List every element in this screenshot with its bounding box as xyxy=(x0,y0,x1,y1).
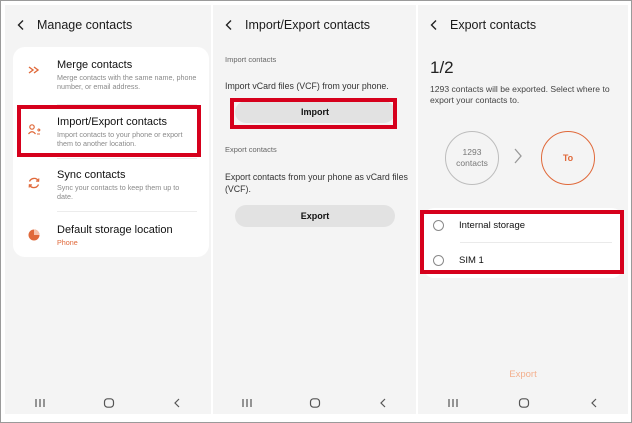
contact-count-number: 1293 xyxy=(462,147,482,157)
screenshot-frame: Manage contacts Merge contacts Merge con… xyxy=(0,0,632,423)
sync-icon xyxy=(27,176,41,190)
chevron-left-icon[interactable] xyxy=(428,19,440,31)
step-indicator: 1/2 xyxy=(430,58,454,77)
navigation-bar xyxy=(213,392,416,414)
contact-count-circle: 1293 contacts xyxy=(445,131,499,185)
storage-value: Phone xyxy=(57,238,78,247)
destination-label: To xyxy=(562,153,574,163)
recent-apps-icon[interactable] xyxy=(447,398,459,408)
divider xyxy=(57,211,197,212)
export-button[interactable]: Export xyxy=(235,205,395,227)
header: Import/Export contacts xyxy=(213,5,416,45)
contact-count-label: contacts xyxy=(456,158,488,168)
recent-apps-icon[interactable] xyxy=(241,398,253,408)
chevron-left-icon[interactable] xyxy=(15,19,27,31)
chevron-right-icon xyxy=(513,147,523,170)
page-title: Export contacts xyxy=(450,18,537,32)
chevron-left-icon[interactable] xyxy=(223,19,235,31)
highlight-import-export-item xyxy=(17,105,201,157)
highlight-import-button xyxy=(230,98,397,129)
nav-back-icon[interactable] xyxy=(378,398,388,408)
import-export-screen: Import/Export contacts Import contacts I… xyxy=(213,5,416,414)
home-icon[interactable] xyxy=(518,398,530,408)
header: Manage contacts xyxy=(5,5,211,45)
export-description: 1293 contacts will be exported. Select w… xyxy=(430,84,610,105)
item-subtitle: Merge contacts with the same name, phone… xyxy=(57,73,197,91)
highlight-destination-options xyxy=(420,210,624,274)
default-storage-item[interactable]: Default storage location Phone xyxy=(13,213,209,257)
sync-contacts-item[interactable]: Sync contacts Sync your contacts to keep… xyxy=(13,160,209,208)
export-section-label: Export contacts xyxy=(225,145,277,154)
item-title: Merge contacts xyxy=(57,59,133,71)
page-title: Import/Export contacts xyxy=(245,18,371,32)
export-description: Export contacts from your phone as vCard… xyxy=(225,172,408,194)
manage-contacts-screen: Manage contacts Merge contacts Merge con… xyxy=(5,5,211,414)
nav-back-icon[interactable] xyxy=(589,398,599,408)
navigation-bar xyxy=(5,392,211,414)
nav-back-icon[interactable] xyxy=(172,398,182,408)
export-button[interactable]: Export xyxy=(418,369,628,380)
item-title: Sync contacts xyxy=(57,169,126,181)
pie-storage-icon xyxy=(27,228,41,242)
merge-arrows-icon xyxy=(27,63,41,77)
recent-apps-icon[interactable] xyxy=(34,398,46,408)
page-title: Manage contacts xyxy=(37,18,133,32)
import-section-label: Import contacts xyxy=(225,55,277,64)
item-subtitle: Sync your contacts to keep them up to da… xyxy=(57,183,180,201)
import-description: Import vCard files (VCF) from your phone… xyxy=(225,81,389,91)
header: Export contacts xyxy=(418,5,628,45)
home-icon[interactable] xyxy=(309,398,321,408)
divider xyxy=(57,158,197,159)
merge-contacts-item[interactable]: Merge contacts Merge contacts with the s… xyxy=(13,47,209,99)
home-icon[interactable] xyxy=(103,398,115,408)
item-title: Default storage location xyxy=(57,224,173,236)
destination-circle: To xyxy=(541,131,595,185)
navigation-bar xyxy=(418,392,628,414)
